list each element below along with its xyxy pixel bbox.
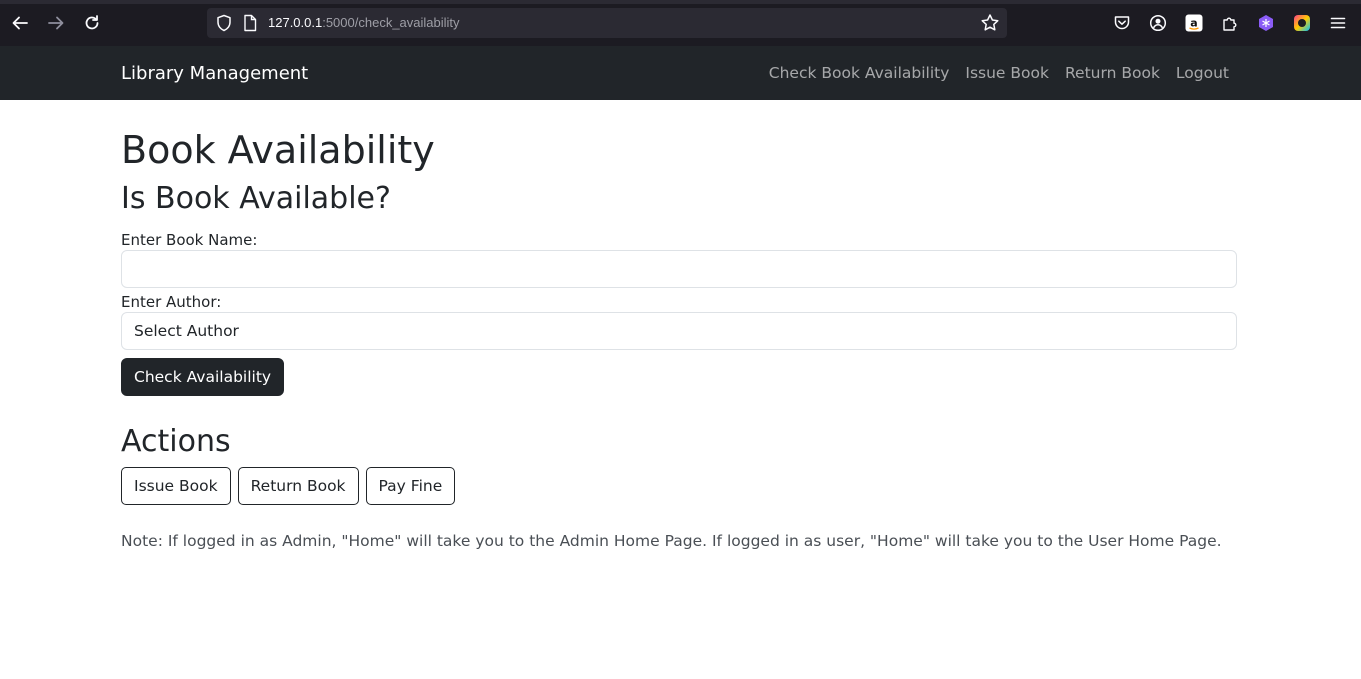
browser-toolbar: 127.0.0.1:5000/check_availability a	[0, 0, 1361, 46]
shield-icon[interactable]	[215, 14, 233, 32]
app-navbar: Library Management Check Book Availabili…	[0, 46, 1361, 100]
actions-group: Issue Book Return Book Pay Fine	[121, 467, 456, 505]
purple-extension-icon[interactable]	[1256, 13, 1276, 33]
address-bar[interactable]: 127.0.0.1:5000/check_availability	[207, 8, 1007, 38]
author-select[interactable]: Select Author	[121, 312, 1237, 350]
reload-button[interactable]	[80, 11, 104, 35]
home-note: Note: If logged in as Admin, "Home" will…	[121, 532, 1222, 550]
menu-hamburger-icon[interactable]	[1328, 13, 1348, 33]
back-button[interactable]	[8, 11, 32, 35]
url-text[interactable]: 127.0.0.1:5000/check_availability	[268, 15, 460, 30]
nav-link-logout[interactable]: Logout	[1176, 64, 1229, 82]
account-icon[interactable]	[1148, 13, 1168, 33]
page-title: Book Availability	[121, 128, 435, 172]
book-name-label: Enter Book Name:	[121, 231, 258, 249]
nav-link-return-book[interactable]: Return Book	[1065, 64, 1160, 82]
author-select-value: Select Author	[134, 322, 239, 340]
nav-link-issue-book[interactable]: Issue Book	[965, 64, 1049, 82]
author-label: Enter Author:	[121, 293, 222, 311]
reload-icon	[85, 15, 99, 30]
forward-button[interactable]	[44, 11, 68, 35]
url-host: 127.0.0.1	[268, 15, 323, 30]
form-heading: Is Book Available?	[121, 181, 391, 216]
return-book-button[interactable]: Return Book	[237, 467, 359, 505]
svg-text:a: a	[1190, 17, 1197, 30]
arrow-left-icon	[12, 16, 28, 30]
pocket-icon[interactable]	[1112, 13, 1132, 33]
issue-book-button[interactable]: Issue Book	[121, 467, 231, 505]
bookmark-star-icon[interactable]	[980, 13, 1000, 33]
tab-strip-edge	[0, 0, 1361, 4]
extensions-puzzle-icon[interactable]	[1220, 13, 1240, 33]
actions-heading: Actions	[121, 424, 231, 459]
navbar-brand[interactable]: Library Management	[121, 63, 308, 84]
book-name-input[interactable]	[121, 250, 1237, 288]
color-ring-extension-icon[interactable]	[1292, 13, 1312, 33]
page-icon	[244, 14, 257, 32]
arrow-right-icon	[48, 16, 64, 30]
url-path: :5000/check_availability	[322, 15, 460, 30]
pay-fine-button[interactable]: Pay Fine	[365, 467, 456, 505]
amazon-extension-icon[interactable]: a	[1184, 13, 1204, 33]
check-availability-button[interactable]: Check Availability	[121, 358, 285, 396]
navbar-links: Check Book Availability Issue Book Retur…	[769, 64, 1229, 82]
nav-link-check-availability[interactable]: Check Book Availability	[769, 64, 950, 82]
